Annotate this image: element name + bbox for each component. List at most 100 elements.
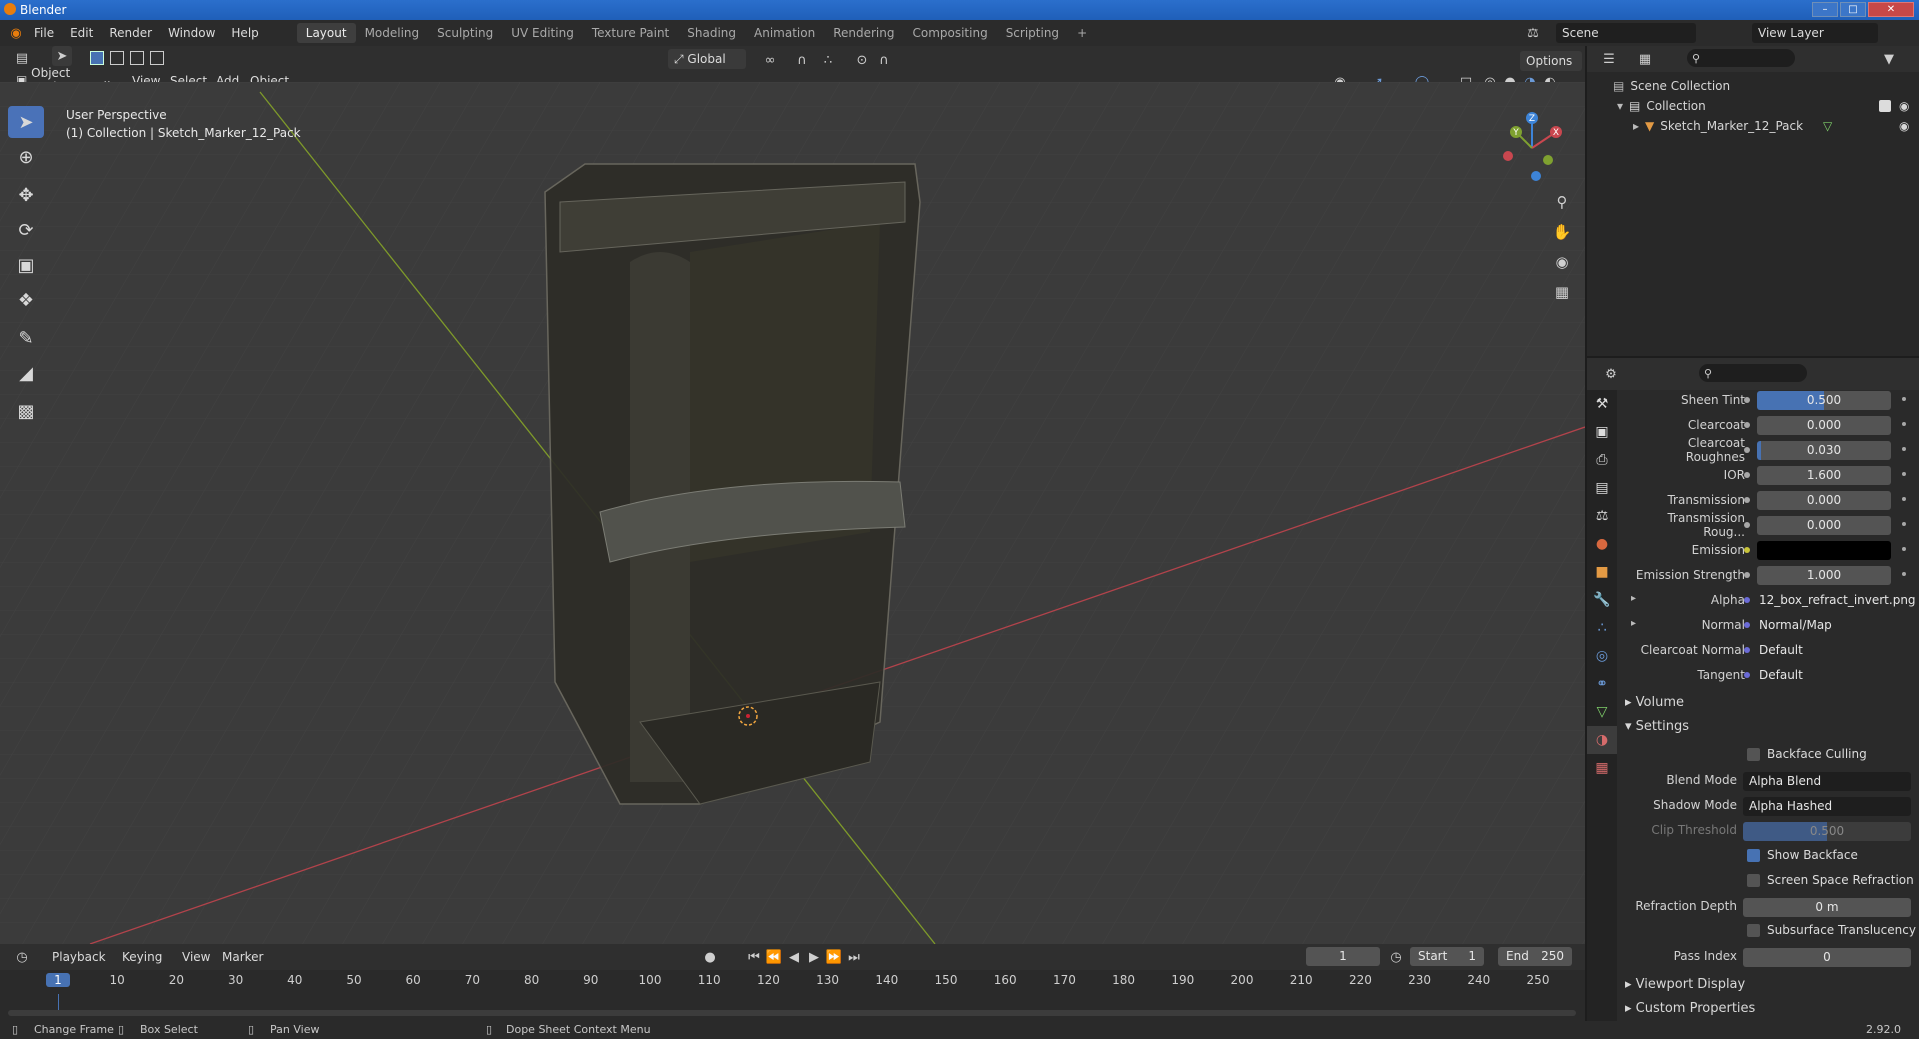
- scene-icon[interactable]: ⚖: [1523, 23, 1543, 43]
- socket-dot[interactable]: [1744, 447, 1750, 453]
- select-tool-icon[interactable]: ➤: [52, 46, 72, 66]
- material-tab-icon[interactable]: ◑: [1587, 726, 1617, 754]
- texture-tab-icon[interactable]: ▦: [1587, 754, 1617, 782]
- keyframe-dot[interactable]: [1902, 397, 1906, 401]
- jump-start-icon[interactable]: ⏮: [744, 947, 764, 967]
- timeline-scrollbar[interactable]: [8, 1010, 1576, 1016]
- timeline-ruler[interactable]: 1 10 20 30 40 50 60 70 80 90 100 110 120 130 140 150 160…: [0, 970, 1585, 992]
- transmission-field[interactable]: 0.000: [1757, 490, 1891, 510]
- clip-threshold-field[interactable]: 0.500: [1743, 822, 1911, 841]
- filter-icon[interactable]: ▼: [1879, 49, 1899, 69]
- add-cube-tool-icon[interactable]: ▩: [8, 395, 44, 427]
- custom-properties-section[interactable]: ▸ Custom Properties: [1625, 1001, 1755, 1016]
- settings-section[interactable]: ▾ Settings: [1625, 719, 1689, 734]
- scale-tool-icon[interactable]: ▣: [8, 249, 44, 281]
- tab-texture-paint[interactable]: Texture Paint: [583, 23, 678, 43]
- keyframe-dot[interactable]: [1902, 472, 1906, 476]
- record-icon[interactable]: ●: [700, 947, 720, 967]
- move-tool-icon[interactable]: ✥: [8, 179, 44, 211]
- blender-menu-icon[interactable]: ◉: [6, 23, 26, 43]
- minimize-button[interactable]: –: [1812, 2, 1838, 17]
- tab-layout[interactable]: Layout: [296, 23, 356, 43]
- viewport-display-section[interactable]: ▸ Viewport Display: [1625, 977, 1745, 992]
- ior-field[interactable]: 1.600: [1757, 465, 1891, 485]
- menu-edit[interactable]: Edit: [62, 26, 101, 40]
- pan-hand-icon[interactable]: ✋: [1552, 222, 1572, 242]
- blend-mode-dropdown[interactable]: Alpha Blend: [1743, 772, 1911, 791]
- tab-modeling[interactable]: Modeling: [356, 23, 429, 43]
- prev-keyframe-icon[interactable]: ⏪: [764, 947, 784, 967]
- play-icon[interactable]: ▶: [804, 947, 824, 967]
- socket-dot[interactable]: [1744, 522, 1750, 528]
- eye-icon[interactable]: ◉: [1899, 99, 1909, 113]
- tab-scripting[interactable]: Scripting: [997, 23, 1068, 43]
- select-mode-icons[interactable]: [90, 51, 174, 65]
- backface-culling-checkbox[interactable]: [1747, 748, 1760, 761]
- rotate-tool-icon[interactable]: ⟳: [8, 214, 44, 246]
- jump-end-icon[interactable]: ⏭: [844, 947, 864, 967]
- object-tab-icon[interactable]: ■: [1587, 558, 1617, 586]
- transform-tool-icon[interactable]: ❖: [8, 284, 44, 316]
- view-layer-tab-icon[interactable]: ▤: [1587, 474, 1617, 502]
- collection-checkbox[interactable]: [1879, 100, 1891, 112]
- clearcoat-field[interactable]: 0.000: [1757, 415, 1891, 435]
- zoom-icon[interactable]: ⚲: [1552, 192, 1572, 212]
- start-frame-field[interactable]: Start 1: [1410, 947, 1484, 966]
- keyframe-dot[interactable]: [1902, 522, 1906, 526]
- socket-dot[interactable]: [1744, 547, 1750, 553]
- menu-help[interactable]: Help: [223, 26, 266, 40]
- menu-file[interactable]: File: [26, 26, 62, 40]
- tangent-field[interactable]: Default: [1753, 665, 1891, 685]
- scene-name-field[interactable]: Scene: [1556, 23, 1696, 43]
- timeline-menu-view[interactable]: View: [174, 950, 218, 964]
- keyframe-dot[interactable]: [1902, 497, 1906, 501]
- outliner-editor-icon[interactable]: ☰: [1599, 49, 1619, 69]
- data-tab-icon[interactable]: ▽: [1587, 698, 1617, 726]
- socket-dot[interactable]: [1744, 397, 1750, 403]
- sketch-marker-box[interactable]: [544, 163, 921, 805]
- socket-dot[interactable]: [1744, 422, 1750, 428]
- tab-sculpting[interactable]: Sculpting: [428, 23, 502, 43]
- constraints-tab-icon[interactable]: ⚭: [1587, 670, 1617, 698]
- sheen-tint-field[interactable]: 0.500: [1757, 390, 1891, 410]
- socket-dot[interactable]: [1744, 672, 1750, 678]
- properties-editor-icon[interactable]: ⚙: [1601, 364, 1621, 384]
- clock-icon[interactable]: ◷: [1386, 947, 1406, 967]
- properties-search-input[interactable]: ⚲: [1699, 364, 1807, 382]
- navigation-gizmo[interactable]: Z X Y: [1496, 112, 1568, 184]
- socket-dot[interactable]: [1744, 597, 1750, 603]
- 3d-viewport[interactable]: User Perspective (1) Collection | Sketch…: [0, 82, 1585, 944]
- tab-uv-editing[interactable]: UV Editing: [502, 23, 583, 43]
- alpha-texture-field[interactable]: 12_box_refract_invert.png: [1753, 590, 1916, 610]
- shadow-mode-dropdown[interactable]: Alpha Hashed: [1743, 797, 1911, 816]
- refraction-depth-field[interactable]: 0 m: [1743, 898, 1911, 917]
- cursor-tool-icon[interactable]: ⊕: [8, 141, 44, 173]
- display-mode-icon[interactable]: ▦: [1635, 49, 1655, 69]
- scene-tab-icon[interactable]: ⚖: [1587, 502, 1617, 530]
- measure-tool-icon[interactable]: ◢: [8, 357, 44, 389]
- outliner-row-scene[interactable]: ▤ Scene Collection: [1587, 76, 1919, 96]
- keyframe-dot[interactable]: [1902, 447, 1906, 451]
- tab-rendering[interactable]: Rendering: [824, 23, 903, 43]
- socket-dot[interactable]: [1744, 472, 1750, 478]
- socket-dot[interactable]: [1744, 647, 1750, 653]
- annotate-tool-icon[interactable]: ✎: [8, 322, 44, 354]
- menu-render[interactable]: Render: [101, 26, 160, 40]
- physics-tab-icon[interactable]: ◎: [1587, 642, 1617, 670]
- keyframe-dot[interactable]: [1902, 547, 1906, 551]
- render-tab-icon[interactable]: ▣: [1587, 418, 1617, 446]
- emission-color-field[interactable]: [1757, 540, 1891, 560]
- normal-map-field[interactable]: Normal/Map: [1753, 615, 1891, 635]
- outliner-row-collection[interactable]: ▾ ▤ Collection ◉: [1587, 96, 1919, 116]
- transmission-roughness-field[interactable]: 0.000: [1757, 515, 1891, 535]
- modifier-tab-icon[interactable]: 🔧: [1587, 586, 1617, 614]
- add-workspace-button[interactable]: +: [1068, 23, 1096, 43]
- output-tab-icon[interactable]: ⎙: [1587, 446, 1617, 474]
- play-reverse-icon[interactable]: ◀: [784, 947, 804, 967]
- current-frame-field[interactable]: 1: [1306, 947, 1380, 966]
- world-tab-icon[interactable]: ●: [1587, 530, 1617, 558]
- clearcoat-normal-field[interactable]: Default: [1753, 640, 1891, 660]
- menu-window[interactable]: Window: [160, 26, 223, 40]
- screen-space-refraction-checkbox[interactable]: [1747, 874, 1760, 887]
- volume-section[interactable]: ▸ Volume: [1625, 695, 1684, 710]
